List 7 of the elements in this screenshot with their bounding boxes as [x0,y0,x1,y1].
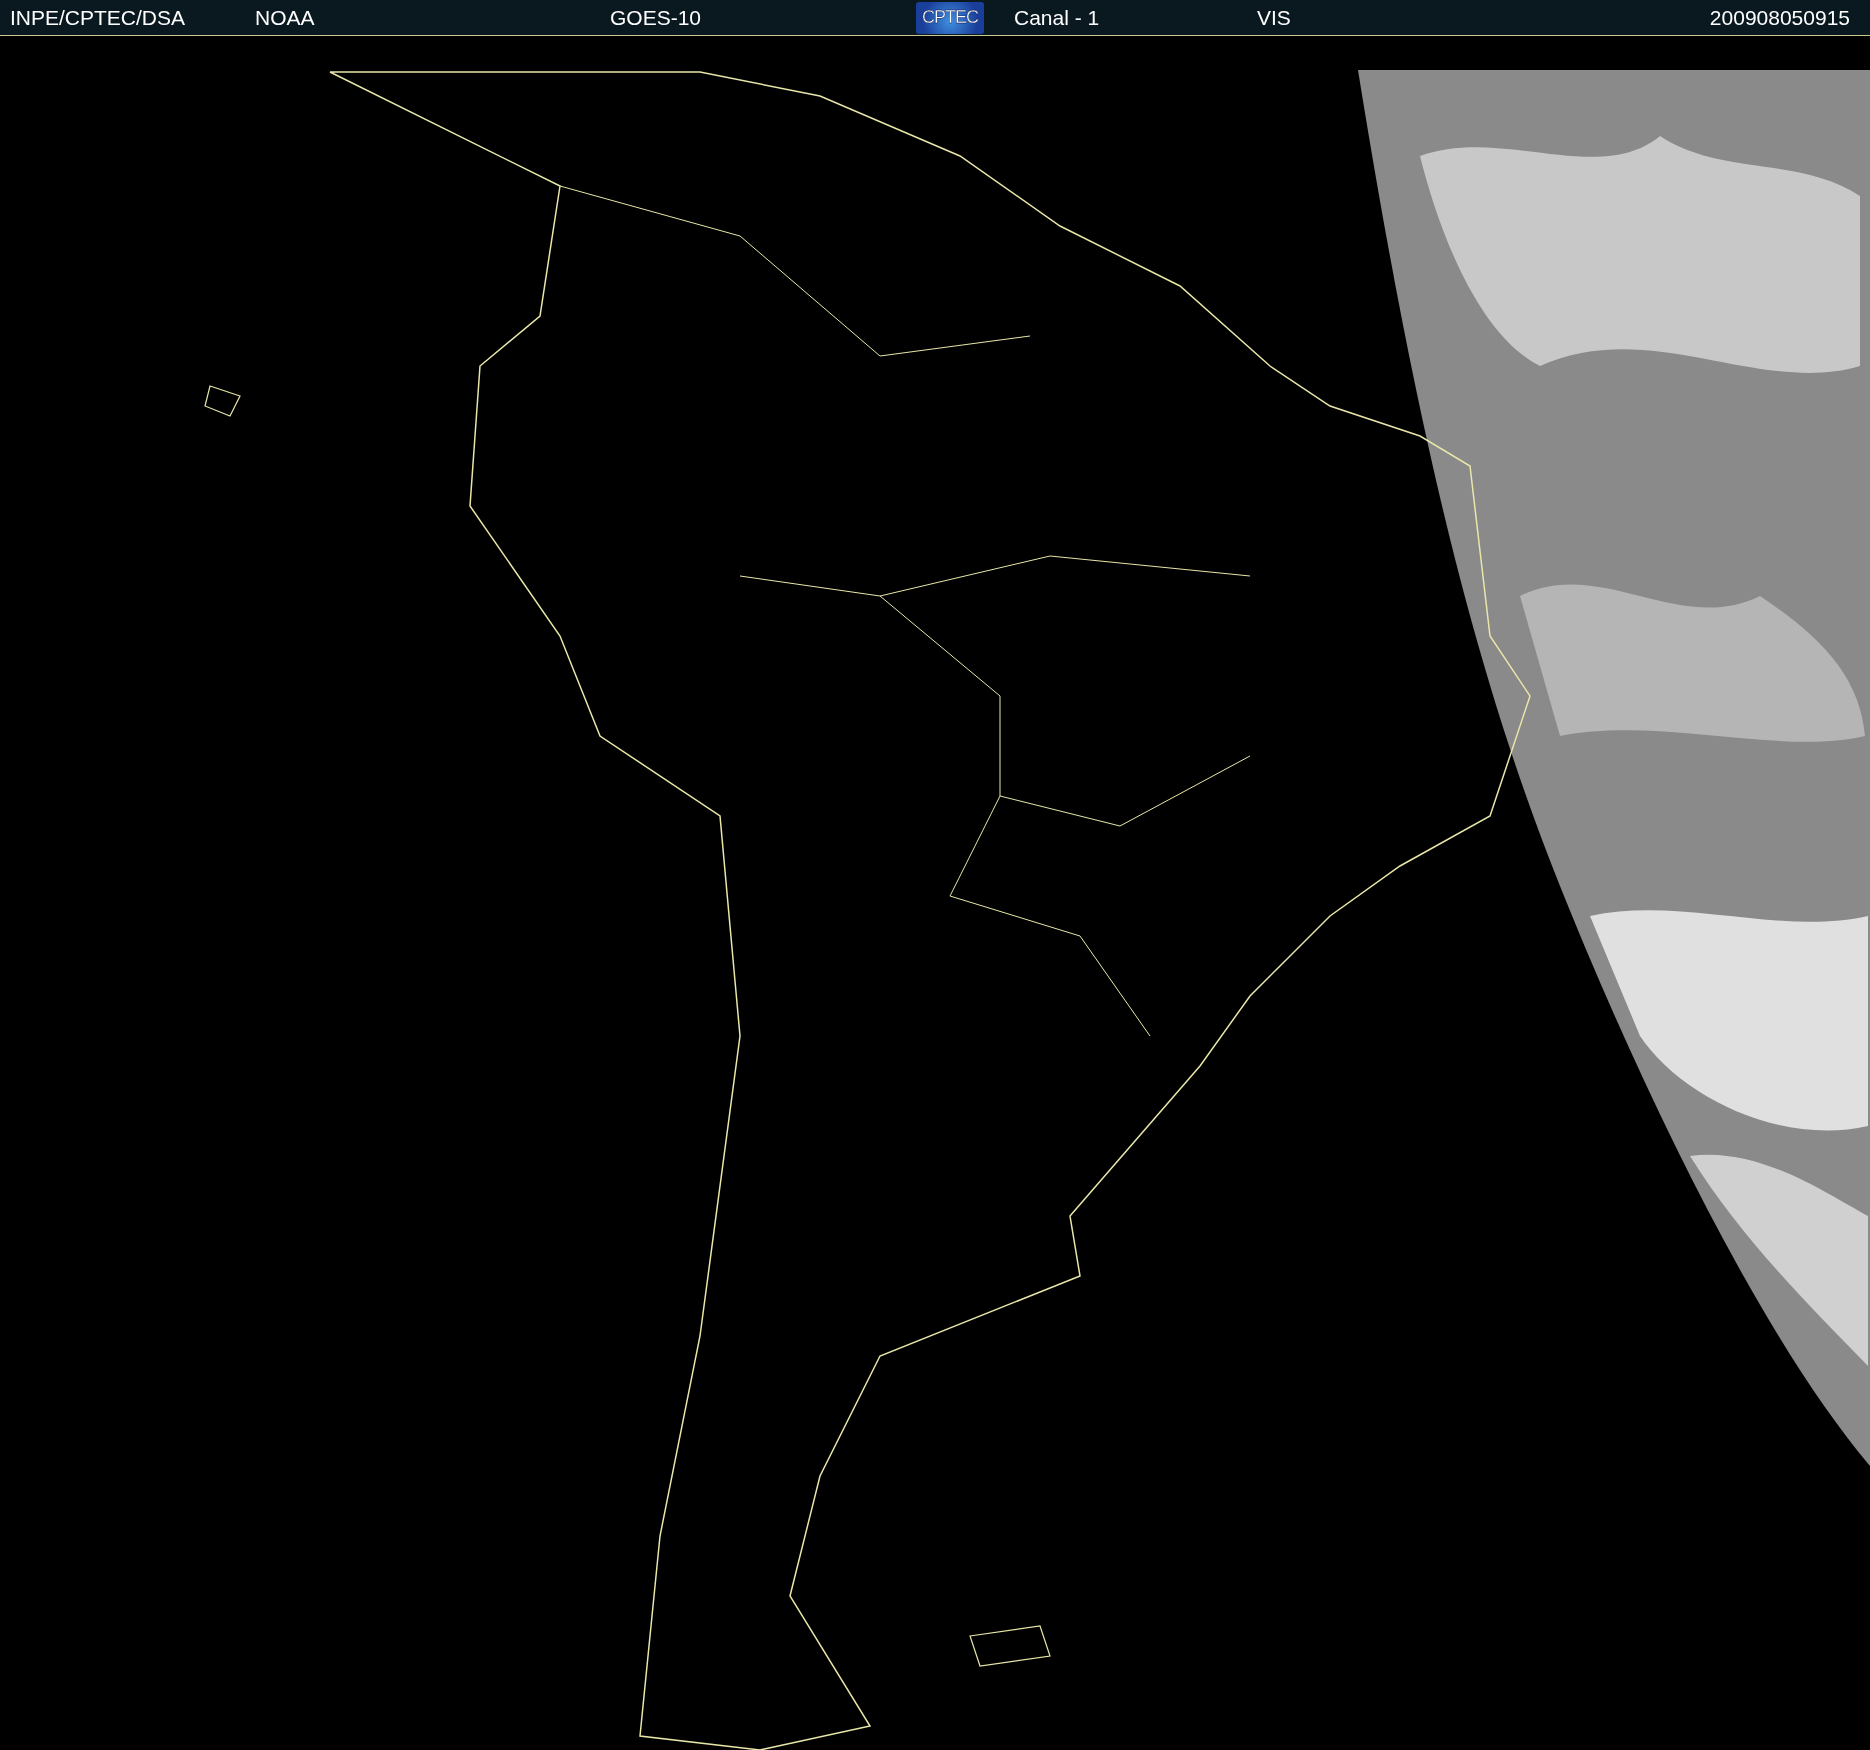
header-label: GOES-10 [609,5,703,30]
cptec-logo: CPTEC [916,1,984,34]
header-label: VIS [1256,5,1292,30]
header-label: INPE/CPTEC/DSA [9,5,187,30]
header-label: NOAA [254,5,316,30]
header-label: 200908050915 [1708,5,1851,30]
header-label: Canal - 1 [1013,5,1101,30]
